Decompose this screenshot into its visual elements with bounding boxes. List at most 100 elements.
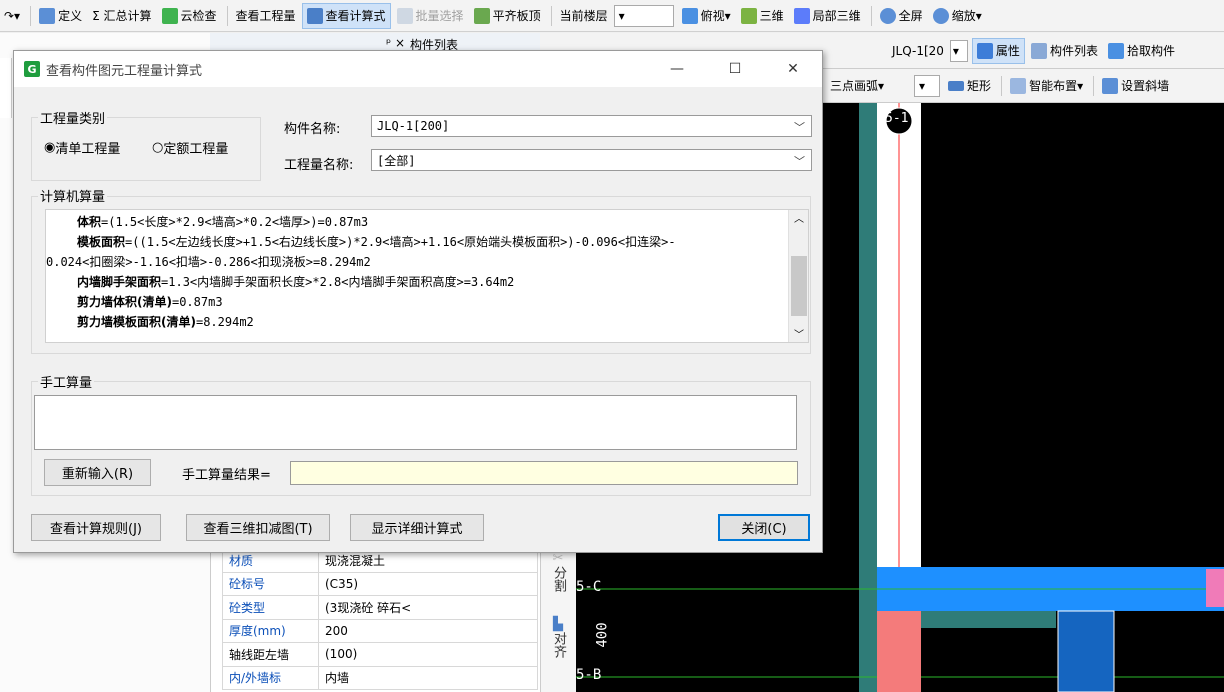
- define-button[interactable]: 定义: [35, 3, 86, 29]
- property-row[interactable]: 砼类型 (3现浇砼 碎石<: [222, 595, 538, 620]
- list-icon: [1030, 42, 1047, 59]
- calc-label: 计算机算量: [38, 186, 108, 205]
- flush-slab-top-button[interactable]: 平齐板顶: [470, 3, 545, 29]
- cloud-check-button[interactable]: 云检查: [158, 3, 221, 29]
- axis-label-b: 5-B: [576, 667, 602, 683]
- set-slope-wall-button[interactable]: 设置斜墙: [1098, 73, 1173, 99]
- radio-quota-quantity[interactable]: ○ 定额工程量: [152, 138, 228, 157]
- calc-expression: =1.3<内墙脚手架面积长度>*2.8<内墙脚手架面积高度>=3.64m2: [161, 275, 515, 289]
- view-rules-button[interactable]: 查看计算规则(J): [31, 514, 161, 541]
- close-window-button[interactable]: ✕: [770, 51, 816, 87]
- calc-expression: =(1.5<长度>*2.9<墙高>*0.2<墙厚>)=0.87m3: [101, 215, 369, 229]
- fullscreen-button[interactable]: 全屏: [876, 3, 927, 29]
- smart-layout-icon: [1010, 77, 1027, 94]
- scroll-thumb[interactable]: [791, 256, 807, 316]
- calc-line: 体积=(1.5<长度>*2.9<墙高>*0.2<墙厚>)=0.87m3: [46, 212, 788, 232]
- property-value[interactable]: 内墙: [318, 665, 538, 690]
- partial-3d-button[interactable]: 局部三维: [790, 3, 865, 29]
- floor-combo[interactable]: JLQ-1[20: [888, 38, 948, 64]
- component-select-arrow[interactable]: ▾: [949, 39, 968, 62]
- maximize-button[interactable]: ☐: [712, 51, 758, 87]
- property-value[interactable]: 200: [318, 618, 538, 643]
- property-row[interactable]: 轴线距左墙 (100): [222, 642, 538, 667]
- minimize-button[interactable]: —: [654, 51, 700, 87]
- manual-input[interactable]: [34, 395, 797, 450]
- tab-component-list[interactable]: 构件列表: [1027, 38, 1102, 64]
- pick-component-button[interactable]: 拾取构件: [1104, 38, 1179, 64]
- view-formula-button[interactable]: 查看计算式: [301, 2, 391, 29]
- calc-line: 内墙脚手架面积=1.3<内墙脚手架面积长度>*2.8<内墙脚手架面积高度>=3.…: [46, 272, 788, 292]
- floor-select[interactable]: ▾: [613, 4, 674, 27]
- redo-icon[interactable]: ↷▾: [0, 3, 24, 29]
- calc-scrollbar[interactable]: ︿ ﹀: [788, 210, 808, 342]
- property-row[interactable]: 内/外墙标 内墙: [222, 665, 538, 690]
- calc-formula-text[interactable]: 体积=(1.5<长度>*2.9<墙高>*0.2<墙厚>)=0.87m3 模板面积=…: [45, 209, 809, 343]
- calc-term: 内墙脚手架面积: [77, 275, 162, 289]
- rectangle-button[interactable]: 矩形: [944, 73, 995, 99]
- dialog-title: 查看构件图元工程量计算式: [46, 63, 203, 79]
- align-icon: ▙: [553, 617, 563, 632]
- calc-expression: =((1.5<左边线长度>+1.5<右边线长度>)*2.9<墙高>+1.16<原…: [125, 235, 676, 249]
- calc-expression: =8.294m2: [195, 315, 254, 329]
- toolbar-divider: [870, 5, 872, 26]
- axis-label-top: 5-1: [885, 111, 909, 126]
- reenter-button[interactable]: 重新输入(R): [44, 459, 151, 486]
- draw-toolbar: 三点画弧 ▾ ▾ 矩形 智能布置 ▾ 设置斜墙: [822, 69, 1224, 103]
- formula-icon: [306, 7, 323, 24]
- property-value[interactable]: (C35): [318, 571, 538, 596]
- pin-icon[interactable]: ᵖ ×: [386, 36, 405, 50]
- partial-3d-icon: [793, 7, 810, 24]
- zoom-button[interactable]: 缩放 ▾: [929, 3, 986, 29]
- qty-name-label: 工程量名称:: [284, 158, 354, 173]
- calc-expression: =0.87m3: [171, 295, 223, 309]
- qty-name-select[interactable]: [全部] ﹀: [371, 149, 812, 171]
- manual-result-field[interactable]: [290, 461, 798, 485]
- calc-term: 剪力墙模板面积(清单): [77, 315, 196, 329]
- three-point-arc-button[interactable]: 三点画弧 ▾: [826, 73, 888, 99]
- toolbar-divider: [1093, 75, 1095, 96]
- calc-line: 模板面积=((1.5<左边线长度>+1.5<右边线长度>)*2.9<墙高>+1.…: [46, 232, 788, 252]
- top-view-button[interactable]: 俯视 ▾: [678, 3, 735, 29]
- split-tool[interactable]: ✂ 分割: [546, 551, 570, 593]
- column-blue: [1057, 610, 1115, 692]
- calc-text: 体积=(1.5<长度>*2.9<墙高>*0.2<墙厚>)=0.87m3 模板面积=…: [46, 210, 788, 332]
- property-key: 砼类型: [222, 595, 319, 620]
- property-row[interactable]: 砼标号 (C35): [222, 571, 538, 596]
- component-name-select[interactable]: JLQ-1[200] ﹀: [371, 115, 812, 137]
- summary-calc-button[interactable]: Σ 汇总计算: [88, 3, 155, 29]
- view-3d-deduction-button[interactable]: 查看三维扣减图(T): [186, 514, 330, 541]
- radio-bill-quantity[interactable]: ◉ 清单工程量: [44, 138, 120, 157]
- calc-term: 体积: [77, 215, 102, 229]
- chevron-down-icon: ﹀: [794, 121, 805, 134]
- calc-line: 0.024<扣圈梁>-1.16<扣墙>-0.286<扣现浇板>=8.294m2: [46, 252, 788, 272]
- column-pink: [877, 611, 921, 692]
- property-key: 轴线距左墙: [222, 642, 319, 667]
- view-quantity-button[interactable]: 查看工程量: [232, 3, 300, 29]
- property-value[interactable]: (3现浇砼 碎石<: [318, 595, 538, 620]
- property-row[interactable]: 厚度(mm) 200: [222, 618, 538, 643]
- property-table: 材质 现浇混凝土 砼标号 (C35) 砼类型 (3现浇砼 碎石< 厚度(mm) 200 轴线距左…: [222, 548, 538, 690]
- tab-properties[interactable]: 属性: [971, 37, 1025, 64]
- formula-dialog: G 查看构件图元工程量计算式 — ☐ ✕ 工程量类别 ◉ 清单工程量 ○ 定额工程量…: [13, 50, 823, 553]
- toolbar-divider: [1001, 75, 1003, 96]
- property-key: 内/外墙标: [222, 665, 319, 690]
- calc-line: 剪力墙体积(清单)=0.87m3: [46, 292, 788, 312]
- 3d-button[interactable]: 三维: [737, 3, 788, 29]
- split-icon: ✂: [552, 551, 564, 566]
- arc-options-select[interactable]: ▾: [914, 74, 941, 97]
- close-button[interactable]: 关闭(C): [718, 514, 810, 541]
- current-floor-label: 当前楼层: [559, 9, 608, 23]
- batch-select-button[interactable]: 批量选择: [393, 3, 468, 29]
- scroll-up-icon[interactable]: ︿: [794, 210, 804, 225]
- smart-layout-button[interactable]: 智能布置 ▾: [1006, 73, 1087, 99]
- property-value[interactable]: (100): [318, 642, 538, 667]
- radio-unchecked-icon: ○: [152, 140, 164, 155]
- check-icon: [161, 7, 178, 24]
- scroll-down-icon[interactable]: ﹀: [794, 326, 804, 341]
- dialog-titlebar: G 查看构件图元工程量计算式 — ☐ ✕: [14, 51, 822, 87]
- property-key: 厚度(mm): [222, 618, 319, 643]
- show-detail-formula-button[interactable]: 显示详细计算式: [350, 514, 484, 541]
- align-tool[interactable]: ▙ 对齐: [546, 617, 570, 659]
- wall-teal: [921, 611, 1056, 628]
- properties-icon: [976, 42, 993, 59]
